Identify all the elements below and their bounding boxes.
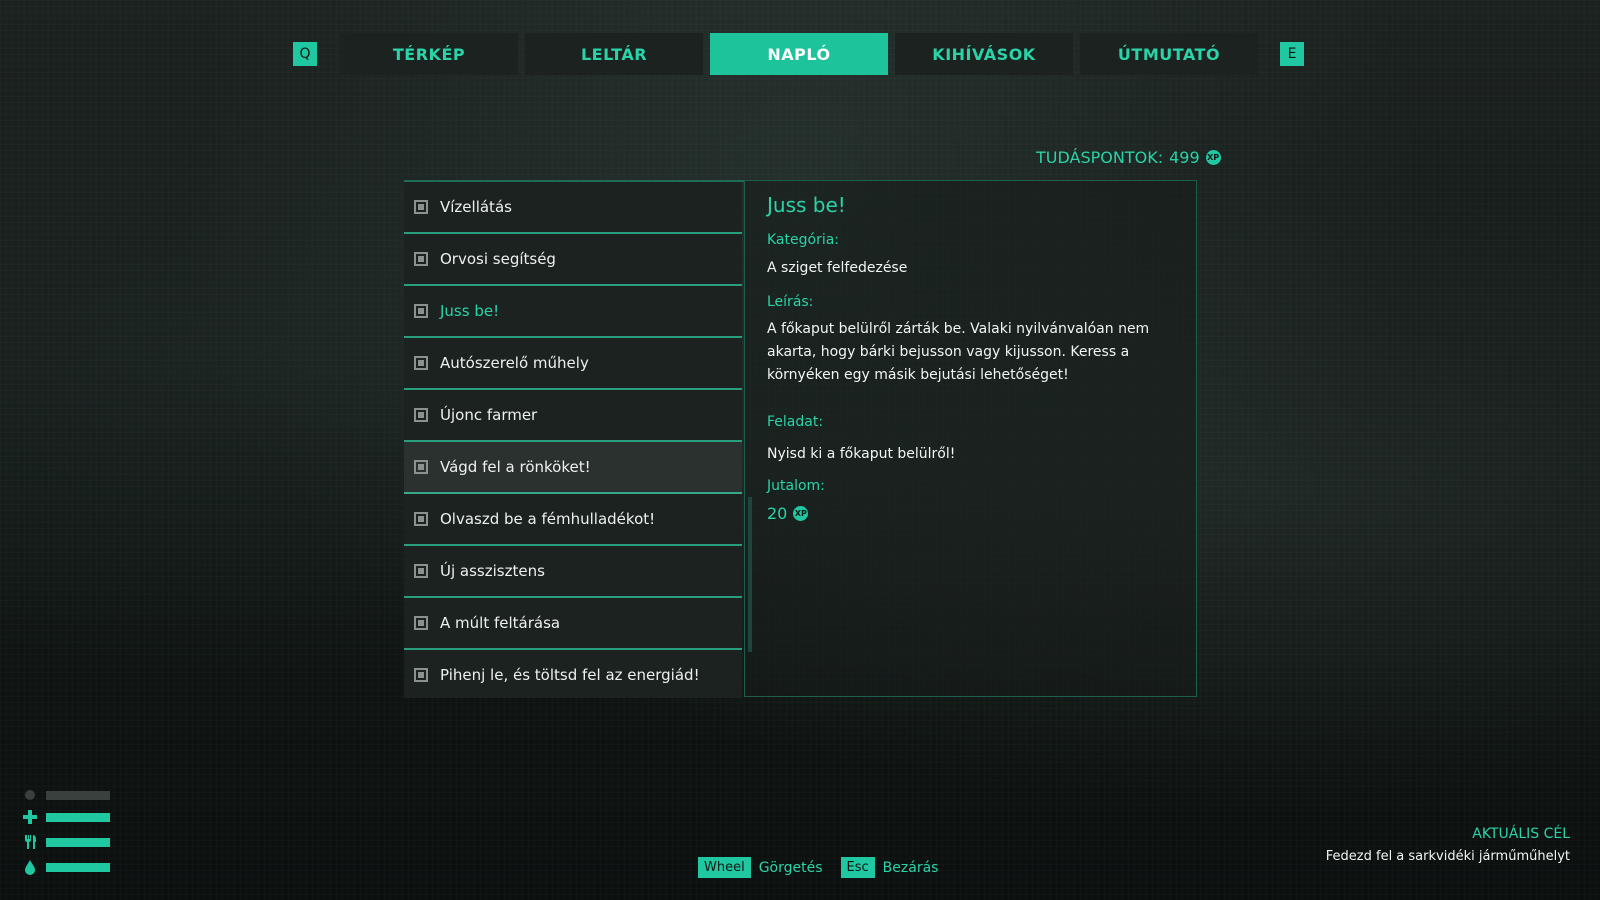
tab-inventory[interactable]: LELTÁR bbox=[525, 33, 703, 75]
quest-item-label: Újonc farmer bbox=[440, 406, 538, 424]
current-objective: AKTUÁLIS CÉL Fedezd fel a sarkvidéki jár… bbox=[1326, 826, 1570, 864]
task-text: Nyisd ki a főkaput belülről! bbox=[767, 446, 956, 462]
quest-title: Juss be! bbox=[767, 193, 846, 217]
reward-row: 20 XP bbox=[767, 504, 809, 523]
checkbox-icon bbox=[414, 356, 428, 370]
status-bar-dim bbox=[46, 790, 110, 800]
checkbox-icon bbox=[414, 460, 428, 474]
quest-item-label: Olvaszd be a fémhulladékot! bbox=[440, 510, 656, 528]
scroll-hint-label: Görgetés bbox=[758, 859, 823, 876]
survival-status-hud bbox=[22, 788, 122, 888]
knowledge-points-value: 499 bbox=[1169, 148, 1200, 167]
health-bar bbox=[46, 812, 110, 822]
checkbox-icon bbox=[414, 616, 428, 630]
knowledge-points-label: TUDÁSPONTOK: bbox=[1036, 148, 1164, 167]
quest-item-label: Orvosi segítség bbox=[440, 250, 556, 268]
close-key[interactable]: Esc bbox=[840, 857, 875, 878]
quest-item[interactable]: Olvaszd be a fémhulladékot! bbox=[404, 494, 742, 546]
quest-detail-panel: Juss be! Kategória: A sziget felfedezése… bbox=[744, 180, 1197, 697]
reward-label: Jutalom: bbox=[767, 478, 825, 494]
prev-tab-key[interactable]: Q bbox=[293, 42, 317, 66]
quest-item-hovered[interactable]: Vágd fel a rönköket! bbox=[404, 442, 742, 494]
knowledge-points: TUDÁSPONTOK: 499 XP bbox=[1036, 148, 1221, 167]
water-bar bbox=[46, 862, 110, 872]
tab-map[interactable]: TÉRKÉP bbox=[340, 33, 518, 75]
reward-value: 20 bbox=[767, 504, 788, 523]
stamina-row bbox=[22, 788, 122, 802]
quest-item-label: Autószerelő műhely bbox=[440, 354, 589, 372]
checkbox-icon bbox=[414, 252, 428, 266]
tab-challenges[interactable]: KIHÍVÁSOK bbox=[895, 33, 1073, 75]
close-hint-label[interactable]: Bezárás bbox=[883, 860, 939, 876]
checkbox-icon bbox=[414, 200, 428, 214]
dim-status-icon bbox=[22, 787, 38, 803]
menu-tab-bar: Q TÉRKÉP LELTÁR NAPLÓ KIHÍVÁSOK ÚTMUTATÓ… bbox=[293, 33, 1307, 75]
quest-item[interactable]: A múlt feltárása bbox=[404, 598, 742, 650]
quest-list[interactable]: Vízellátás Orvosi segítség Juss be! Autó… bbox=[404, 180, 744, 698]
quest-item-selected[interactable]: Juss be! bbox=[404, 286, 742, 338]
food-bar bbox=[46, 837, 110, 847]
objective-text: Fedezd fel a sarkvidéki járműműhelyt bbox=[1325, 849, 1570, 864]
quest-item-label: Pihenj le, és töltsd fel az energiád! bbox=[440, 666, 700, 684]
quest-item[interactable]: Orvosi segítség bbox=[404, 234, 742, 286]
xp-coin-icon: XP bbox=[1205, 150, 1221, 165]
water-drop-icon bbox=[22, 859, 38, 875]
task-label: Feladat: bbox=[767, 414, 824, 430]
tab-journal[interactable]: NAPLÓ bbox=[710, 33, 888, 75]
quest-item-label: Vágd fel a rönköket! bbox=[440, 458, 591, 476]
quest-item[interactable]: Vízellátás bbox=[404, 182, 742, 234]
tab-guide[interactable]: ÚTMUTATÓ bbox=[1080, 33, 1258, 75]
checkbox-icon bbox=[414, 668, 428, 682]
quest-item[interactable]: Újonc farmer bbox=[404, 390, 742, 442]
quest-item[interactable]: Pihenj le, és töltsd fel az energiád! bbox=[404, 650, 742, 698]
scroll-key: Wheel bbox=[698, 857, 751, 878]
quest-item-label: A múlt feltárása bbox=[440, 614, 561, 632]
checkbox-icon bbox=[414, 512, 428, 526]
quest-item-label: Új asszisztens bbox=[440, 562, 545, 580]
description-text: A főkaput belülről zárták be. Valaki nyi… bbox=[767, 321, 1150, 383]
food-utensils-icon bbox=[22, 834, 38, 850]
objective-title: AKTUÁLIS CÉL bbox=[1472, 826, 1570, 842]
health-row bbox=[22, 810, 122, 824]
quest-item[interactable]: Új asszisztens bbox=[404, 546, 742, 598]
description-label: Leírás: bbox=[767, 294, 814, 310]
quest-item-label: Vízellátás bbox=[440, 198, 512, 216]
water-row bbox=[22, 859, 122, 875]
quest-item-label: Juss be! bbox=[440, 302, 500, 320]
quest-item[interactable]: Autószerelő műhely bbox=[404, 338, 742, 390]
category-label: Kategória: bbox=[767, 232, 840, 248]
checkbox-icon bbox=[414, 564, 428, 578]
key-hints: Wheel Görgetés Esc Bezárás bbox=[698, 857, 948, 878]
category-value: A sziget felfedezése bbox=[767, 260, 908, 276]
health-cross-icon bbox=[22, 809, 38, 825]
checkbox-icon bbox=[414, 304, 428, 318]
checkbox-icon bbox=[414, 408, 428, 422]
food-row bbox=[22, 835, 122, 849]
next-tab-key[interactable]: E bbox=[1280, 42, 1304, 66]
xp-coin-icon: XP bbox=[793, 506, 809, 521]
